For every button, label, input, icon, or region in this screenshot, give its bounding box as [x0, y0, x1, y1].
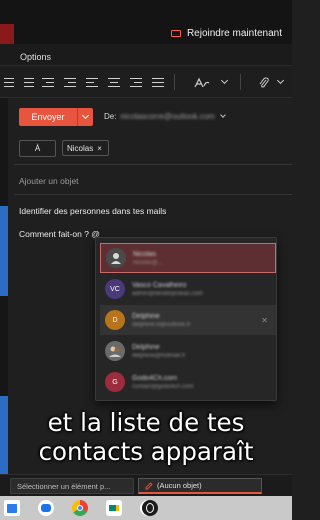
- suggestion-item[interactable]: Delphine delphine@hotmail.fr: [100, 336, 276, 366]
- join-meeting-label: Rejoindre maintenant: [186, 28, 282, 39]
- message-body-line[interactable]: Identifier des personnes dans tes mails: [19, 206, 166, 216]
- from-field[interactable]: De: nicolascorre@outlook.com: [104, 112, 226, 121]
- suggestion-item[interactable]: Nicolas nicolas@...: [100, 243, 276, 273]
- os-taskbar: [0, 496, 292, 520]
- suggestion-item[interactable]: G Godo4Ch.com contact@godo4ch.com: [100, 367, 276, 397]
- chevron-down-icon: [81, 111, 90, 120]
- tab-select-item[interactable]: Sélectionner un élément p...: [10, 478, 134, 494]
- meet-icon[interactable]: [106, 500, 122, 516]
- increase-indent-icon[interactable]: [64, 76, 76, 88]
- contact-name: Vasco Cavalheiro: [132, 281, 187, 289]
- attach-icon[interactable]: [258, 76, 270, 88]
- contact-name: Delphine: [132, 343, 160, 351]
- from-address: nicolascorre@outlook.com: [120, 112, 215, 121]
- contact-email: admin@desktopclean.com: [132, 290, 203, 297]
- contact-name: Nicolas: [133, 250, 156, 258]
- left-navigation-strip: [0, 98, 8, 486]
- send-button[interactable]: Envoyer: [19, 108, 77, 126]
- chevron-down-icon[interactable]: [276, 76, 290, 88]
- caption-line: et la liste de tes: [47, 408, 245, 437]
- files-icon[interactable]: [4, 500, 20, 516]
- chat-icon[interactable]: [38, 500, 54, 516]
- top-bar: Rejoindre maintenant: [0, 0, 292, 44]
- avatar: [105, 341, 125, 361]
- divider: [14, 194, 292, 195]
- contact-email: nicolas@...: [133, 259, 163, 266]
- align-center-icon[interactable]: [108, 76, 120, 88]
- decrease-indent-icon[interactable]: [42, 76, 54, 88]
- caption-line: contacts apparaît: [38, 437, 254, 466]
- close-icon[interactable]: ✕: [261, 316, 268, 325]
- close-icon[interactable]: ×: [97, 144, 102, 153]
- join-meeting-button[interactable]: Rejoindre maintenant: [170, 28, 282, 39]
- chrome-icon[interactable]: [72, 500, 88, 516]
- recipient-name: Nicolas: [67, 143, 94, 153]
- align-right-icon[interactable]: [130, 76, 142, 88]
- mention-suggestions-list: Nicolas nicolas@... VC Vasco Cavalheiro …: [95, 237, 277, 401]
- numbered-list-icon[interactable]: [22, 76, 34, 88]
- message-body-line[interactable]: Comment fait-on ? @: [19, 229, 100, 239]
- subject-input[interactable]: Ajouter un objet: [19, 176, 79, 186]
- avatar: G: [105, 372, 125, 392]
- contact-email: contact@godo4ch.com: [132, 383, 194, 390]
- contact-name: Delphine: [132, 312, 160, 320]
- avatar: [106, 248, 126, 268]
- styles-icon[interactable]: [194, 76, 210, 88]
- align-left-icon[interactable]: [86, 76, 98, 88]
- suggestion-item[interactable]: VC Vasco Cavalheiro admin@desktopclean.c…: [100, 274, 276, 304]
- to-button[interactable]: À: [19, 140, 56, 157]
- contact-email: delphine@hotmail.fr: [132, 352, 186, 359]
- contact-email: delphine.b@outlook.fr: [132, 321, 191, 328]
- avatar: VC: [105, 279, 125, 299]
- contact-name: Godo4Ch.com: [132, 374, 178, 382]
- ribbon-divider: [174, 74, 175, 90]
- divider: [14, 164, 292, 165]
- bullet-list-icon[interactable]: [4, 76, 16, 88]
- camera-icon: [170, 30, 181, 37]
- chevron-down-icon[interactable]: [220, 76, 234, 88]
- chevron-down-icon: [220, 112, 226, 118]
- bottom-tab-bar: Sélectionner un élément p... (Aucun obje…: [0, 474, 292, 496]
- send-options-button[interactable]: [77, 108, 93, 126]
- window-tab-edge: [0, 24, 14, 44]
- tab-draft-label: (Aucun objet): [157, 481, 202, 490]
- pencil-icon: [145, 481, 153, 489]
- ribbon-divider: [240, 74, 241, 90]
- justify-icon[interactable]: [152, 76, 164, 88]
- video-caption: et la liste de tes contacts apparaît: [0, 408, 292, 466]
- opera-icon[interactable]: [142, 500, 158, 516]
- formatting-ribbon: [0, 66, 292, 98]
- from-label: De:: [104, 112, 117, 121]
- tab-draft[interactable]: (Aucun objet): [138, 478, 262, 494]
- folder-highlight: [0, 206, 8, 296]
- options-menu-bar: Options: [0, 44, 292, 66]
- avatar: D: [105, 310, 125, 330]
- suggestion-item[interactable]: D Delphine delphine.b@outlook.fr ✕: [100, 305, 276, 335]
- recipient-chip[interactable]: Nicolas ×: [62, 140, 109, 156]
- options-tab[interactable]: Options: [20, 52, 51, 62]
